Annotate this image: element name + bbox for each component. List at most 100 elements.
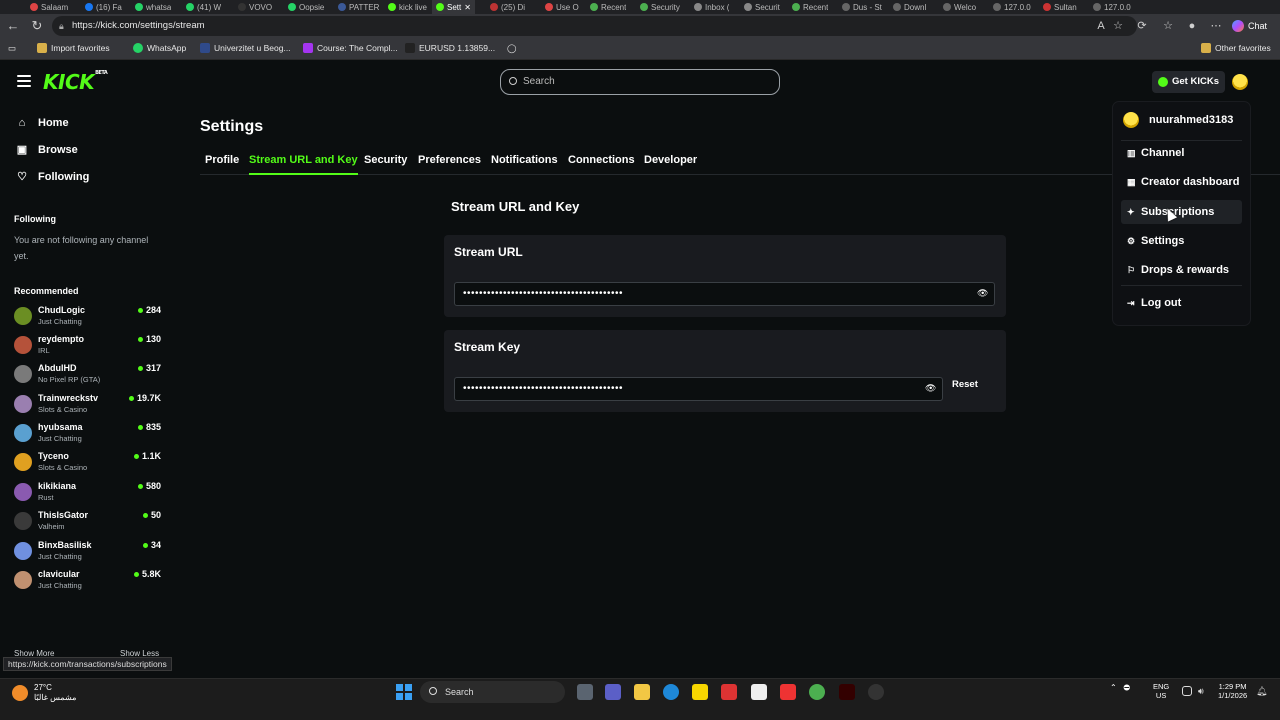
browser-tab[interactable]: (25) Di [490, 0, 525, 14]
volume-icon[interactable]: 🔊︎ [1198, 686, 1208, 696]
extensions-icon[interactable]: ⟳ [1134, 18, 1150, 34]
more-menu-icon[interactable]: ⋯ [1208, 18, 1224, 34]
anydesk-icon[interactable] [721, 684, 737, 700]
stream-url-field[interactable]: •••••••••••••••••••••••••••••••••••••••• [454, 282, 995, 306]
tab-developer[interactable]: Developer [644, 154, 697, 166]
eye-icon[interactable]: 👁︎ [977, 288, 988, 299]
browser-tab[interactable]: (16) Fa [85, 0, 122, 14]
settings-app-icon[interactable] [868, 684, 884, 700]
address-bar[interactable]: 🔒︎ https://kick.com/settings/stream [52, 16, 1137, 36]
task-view-icon[interactable] [577, 684, 593, 700]
browser-tab[interactable]: kick live [388, 0, 427, 14]
recommended-channel[interactable]: hyubsama Just Chatting 835 [14, 422, 164, 448]
favorite-eurusd[interactable]: EURUSD 1.13859... [405, 43, 495, 53]
browser-tab[interactable]: (41) W [186, 0, 221, 14]
menu-item-settings[interactable]: ⚙ Settings [1121, 229, 1242, 253]
network-icon[interactable] [1182, 686, 1192, 696]
university-icon [200, 43, 210, 53]
favorites-icon[interactable]: ☆ [1160, 18, 1176, 34]
browser-tab[interactable]: 127.0.0 [1093, 0, 1131, 14]
recommended-channel[interactable]: AbdulHD No Pixel RP (GTA) 317 [14, 363, 164, 389]
tab-profile[interactable]: Profile [205, 154, 239, 166]
illustrator-icon[interactable] [839, 684, 855, 700]
tab-stream-url-and-key[interactable]: Stream URL and Key [249, 154, 358, 175]
favorite-star-icon[interactable]: ☆ [1110, 18, 1126, 34]
user-avatar[interactable] [1232, 74, 1248, 90]
chrome-icon[interactable] [809, 684, 825, 700]
sidebar-item-browse[interactable]: ▣ Browse [16, 143, 78, 157]
profile-icon[interactable]: ● [1184, 18, 1200, 34]
favorite-course[interactable]: Course: The Compl... [303, 43, 398, 53]
read-aloud-icon[interactable]: A [1093, 18, 1109, 34]
browser-tab[interactable]: Salaam [30, 0, 68, 14]
browser-tab[interactable]: Downl [893, 0, 926, 14]
search-input[interactable]: Search [500, 69, 780, 95]
menu-user[interactable]: nuurahmed3183 [1123, 112, 1233, 128]
browser-tab[interactable]: Inbox ( [694, 0, 729, 14]
language-indicator[interactable]: ENG US [1153, 682, 1169, 700]
tab-preferences[interactable]: Preferences [418, 154, 481, 166]
browser-tab[interactable]: Dus - St [842, 0, 882, 14]
kick-logo[interactable]: KICKBETA [43, 70, 108, 94]
sidebar-item-home[interactable]: ⌂ Home [16, 117, 69, 129]
browser-tab[interactable]: 127.0.0 [993, 0, 1031, 14]
favorite-import[interactable]: Import favorites [37, 43, 110, 53]
browser-tab[interactable]: whatsa [135, 0, 171, 14]
recommended-channel[interactable]: reydempto IRL 130 [14, 334, 164, 360]
back-icon[interactable]: ← [5, 18, 21, 34]
opera-icon[interactable] [780, 684, 796, 700]
reset-button[interactable]: Reset [952, 379, 978, 390]
recommended-channel[interactable]: BinxBasilisk Just Chatting 34 [14, 540, 164, 566]
tab-connections[interactable]: Connections [568, 154, 635, 166]
browser-tab[interactable]: Recent [590, 0, 626, 14]
browser-tab[interactable]: Oopsie [288, 0, 324, 14]
stream-key-field[interactable]: •••••••••••••••••••••••••••••••••••••••• [454, 377, 943, 401]
menu-item-drops-rewards[interactable]: ⚐ Drops & rewards [1121, 258, 1242, 282]
browser-tab-active[interactable]: Sett ✕ [432, 0, 475, 14]
weather-widget[interactable]: 27°C مشمس غالبًا [12, 683, 76, 703]
other-favorites[interactable]: Other favorites [1201, 43, 1271, 53]
menu-item-logout[interactable]: ⇥ Log out [1121, 291, 1242, 315]
notification-bell-icon[interactable]: 🔔︎ [1256, 686, 1267, 696]
recommended-channel[interactable]: ThisIsGator Valheim 50 [14, 510, 164, 536]
clock[interactable]: 1:29 PM 1/1/2026 [1218, 682, 1247, 700]
globe-icon[interactable]: ◯ [507, 43, 517, 54]
recommended-channel[interactable]: ChudLogic Just Chatting 284 [14, 305, 164, 331]
store-icon[interactable] [751, 684, 767, 700]
teams-icon[interactable] [605, 684, 621, 700]
recommended-channel[interactable]: clavicular Just Chatting 5.8K [14, 569, 164, 595]
system-tray[interactable]: ⌃ ⛔︎ [1110, 683, 1130, 693]
sidebar-item-following[interactable]: ♡ Following [16, 170, 89, 184]
browser-tab[interactable]: Sultan [1043, 0, 1077, 14]
recommended-channel[interactable]: kikikiana Rust 580 [14, 481, 164, 507]
recommended-channel[interactable]: Trainwreckstv Slots & Casino 19.7K [14, 393, 164, 419]
browser-tab[interactable]: VOVO [238, 0, 272, 14]
browser-tab[interactable]: PATTER [338, 0, 379, 14]
copilot-chat-button[interactable]: Chat [1232, 17, 1267, 35]
browser-tab[interactable]: Use O [545, 0, 579, 14]
menu-item-creator-dashboard[interactable]: ▦ Creator dashboard [1121, 170, 1242, 194]
favorite-univerzitet[interactable]: Univerzitet u Beog... [200, 43, 291, 53]
recommended-channel[interactable]: Tyceno Slots & Casino 1.1K [14, 451, 164, 477]
browser-tab[interactable]: Securit [744, 0, 780, 14]
taskbar-search[interactable]: Search [420, 681, 565, 703]
refresh-icon[interactable]: ↻ [29, 18, 45, 34]
tab-security[interactable]: Security [364, 154, 407, 166]
browser-tab[interactable]: Welco [943, 0, 976, 14]
hamburger-menu-icon[interactable] [17, 75, 31, 87]
edge-icon[interactable] [663, 684, 679, 700]
browser-tab[interactable]: Security [640, 0, 680, 14]
menu-item-channel[interactable]: ▥ Channel [1121, 141, 1242, 165]
file-explorer-icon[interactable] [634, 684, 650, 700]
browser-tab[interactable]: Recent [792, 0, 828, 14]
sticky-notes-icon[interactable] [692, 684, 708, 700]
kicks-coin-icon [1158, 77, 1168, 87]
tab-notifications[interactable]: Notifications [491, 154, 558, 166]
get-kicks-button[interactable]: Get KICKs [1152, 71, 1225, 93]
close-tab-icon[interactable]: ✕ [464, 3, 471, 12]
eye-icon[interactable]: 👁︎ [925, 383, 936, 394]
menu-item-subscriptions[interactable]: ✦ Subscriptions [1121, 200, 1242, 224]
collections-icon[interactable]: ▭ [8, 43, 16, 54]
favorite-whatsapp[interactable]: WhatsApp [133, 43, 186, 53]
windows-start-icon[interactable] [396, 684, 412, 700]
